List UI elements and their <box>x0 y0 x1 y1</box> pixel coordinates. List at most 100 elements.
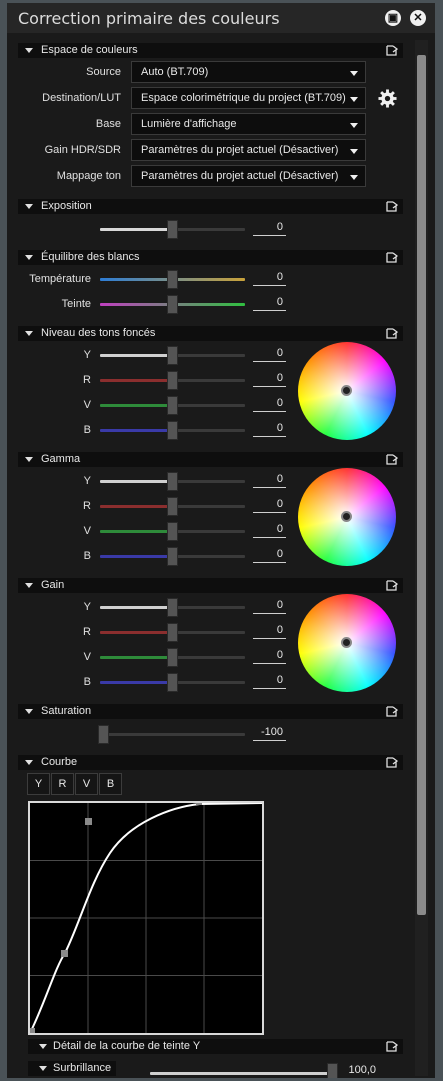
tab-curve-r[interactable]: R <box>51 773 74 795</box>
highlight-slider-handle[interactable] <box>327 1063 338 1078</box>
saturation-slider-track[interactable] <box>100 733 245 736</box>
close-icon[interactable]: ✕ <box>410 10 426 26</box>
gain-y-value[interactable]: 0 <box>253 599 286 614</box>
section-shadows-header[interactable]: Niveau des tons foncés <box>18 326 403 341</box>
gamma-r-value[interactable]: 0 <box>253 498 286 513</box>
reset-icon[interactable] <box>386 1041 398 1052</box>
tab-curve-v[interactable]: V <box>75 773 98 795</box>
source-dropdown[interactable]: Auto (BT.709) <box>131 61 366 83</box>
shadows-r-slider-handle[interactable] <box>167 371 178 390</box>
section-whitebalance-header[interactable]: Équilibre des blancs <box>18 250 403 265</box>
gain-color-wheel[interactable] <box>298 594 396 692</box>
gamma-y-value[interactable]: 0 <box>253 473 286 488</box>
reset-icon[interactable] <box>386 454 398 465</box>
curve-control-point[interactable] <box>61 950 68 957</box>
section-highlight-header[interactable]: Surbrillance <box>28 1061 116 1076</box>
tone-curve-editor[interactable] <box>28 801 264 1035</box>
gamma-v-value[interactable]: 0 <box>253 523 286 538</box>
base-value: Lumière d'affichage <box>141 118 237 130</box>
tint-slider-handle[interactable] <box>167 295 178 314</box>
gain-b-slider-handle[interactable] <box>167 673 178 692</box>
tone-mapping-dropdown[interactable]: Paramètres du projet actuel (Désactiver) <box>131 165 366 187</box>
shadows-v-slider-handle[interactable] <box>167 396 178 415</box>
hdr-gain-value: Paramètres du projet actuel (Désactiver) <box>141 144 339 156</box>
shadows-color-wheel[interactable] <box>298 342 396 440</box>
shadows-b-slider-handle[interactable] <box>167 421 178 440</box>
curve-control-point[interactable] <box>30 1028 35 1033</box>
saturation-value[interactable]: -100 <box>253 726 286 741</box>
reset-icon[interactable] <box>386 706 398 717</box>
gamma-color-wheel[interactable] <box>298 468 396 566</box>
shadows-r-value[interactable]: 0 <box>253 372 286 387</box>
highlight-value[interactable]: 100,0 <box>346 1064 379 1078</box>
section-label: Détail de la courbe de teinte Y <box>53 1040 201 1052</box>
gamma-r-slider-handle[interactable] <box>167 497 178 516</box>
gain-r-value[interactable]: 0 <box>253 624 286 639</box>
gain-wheel-handle[interactable] <box>341 637 352 648</box>
tab-curve-b[interactable]: B <box>99 773 122 795</box>
shadows-r-label: R <box>83 374 91 386</box>
gamma-b-value[interactable]: 0 <box>253 548 286 563</box>
collapse-arrow-icon[interactable] <box>25 583 33 588</box>
exposure-slider-handle[interactable] <box>167 220 178 239</box>
section-saturation-header[interactable]: Saturation <box>18 704 403 719</box>
reset-icon[interactable] <box>386 201 398 212</box>
gain-r-slider-handle[interactable] <box>167 623 178 642</box>
reset-icon[interactable] <box>386 252 398 263</box>
shadows-y-value[interactable]: 0 <box>253 347 286 362</box>
collapse-arrow-icon[interactable] <box>25 48 33 53</box>
gain-v-slider-handle[interactable] <box>167 648 178 667</box>
reset-icon[interactable] <box>386 580 398 591</box>
collapse-arrow-icon[interactable] <box>25 760 33 765</box>
base-dropdown[interactable]: Lumière d'affichage <box>131 113 366 135</box>
hdr-gain-dropdown[interactable]: Paramètres du projet actuel (Désactiver) <box>131 139 366 161</box>
tab-curve-y[interactable]: Y <box>27 773 50 795</box>
tone-mapping-value: Paramètres du projet actuel (Désactiver) <box>141 170 339 182</box>
vertical-scrollbar[interactable] <box>415 40 428 1076</box>
curve-control-point[interactable] <box>85 818 92 825</box>
shadows-b-value[interactable]: 0 <box>253 422 286 437</box>
scrollbar-thumb[interactable] <box>417 55 426 915</box>
collapse-arrow-icon[interactable] <box>25 255 33 260</box>
gamma-b-label: B <box>83 550 91 562</box>
gamma-b-slider-handle[interactable] <box>167 547 178 566</box>
shadows-v-value[interactable]: 0 <box>253 397 286 412</box>
section-gain-header[interactable]: Gain <box>18 578 403 593</box>
curve-control-point[interactable] <box>196 803 202 805</box>
collapse-arrow-icon[interactable] <box>39 1044 47 1049</box>
collapse-arrow-icon[interactable] <box>25 204 33 209</box>
reset-icon[interactable] <box>386 45 398 56</box>
temperature-slider-handle[interactable] <box>167 270 178 289</box>
shadows-wheel-handle[interactable] <box>341 385 352 396</box>
collapse-arrow-icon[interactable] <box>39 1066 47 1071</box>
gear-icon[interactable] <box>378 89 397 108</box>
section-colorspace-header[interactable]: Espace de couleurs <box>18 43 403 58</box>
reset-icon[interactable] <box>386 328 398 339</box>
collapse-arrow-icon[interactable] <box>25 709 33 714</box>
destination-dropdown[interactable]: Espace colorimétrique du project (BT.709… <box>131 87 366 109</box>
chevron-down-icon <box>350 149 358 154</box>
section-label: Équilibre des blancs <box>41 251 140 263</box>
section-curve-header[interactable]: Courbe <box>18 755 403 770</box>
exposure-value[interactable]: 0 <box>253 221 286 236</box>
section-hue-curve-header[interactable]: Détail de la courbe de teinte Y <box>28 1039 403 1054</box>
temperature-value[interactable]: 0 <box>253 271 286 286</box>
gamma-y-slider-handle[interactable] <box>167 472 178 491</box>
collapse-arrow-icon[interactable] <box>25 331 33 336</box>
highlight-slider-track[interactable] <box>150 1072 335 1075</box>
gain-v-value[interactable]: 0 <box>253 649 286 664</box>
reset-icon[interactable] <box>386 757 398 768</box>
collapse-arrow-icon[interactable] <box>25 457 33 462</box>
gain-b-value[interactable]: 0 <box>253 674 286 689</box>
shadows-y-slider-handle[interactable] <box>167 346 178 365</box>
gamma-v-slider-handle[interactable] <box>167 522 178 541</box>
curve-graph[interactable] <box>30 803 262 1033</box>
restore-icon[interactable]: ▣ <box>385 10 401 26</box>
section-gamma-header[interactable]: Gamma <box>18 452 403 467</box>
tint-value[interactable]: 0 <box>253 296 286 311</box>
gain-y-slider-handle[interactable] <box>167 598 178 617</box>
section-exposure-header[interactable]: Exposition <box>18 199 403 214</box>
gamma-wheel-handle[interactable] <box>341 511 352 522</box>
section-label: Espace de couleurs <box>41 44 138 56</box>
saturation-slider-handle[interactable] <box>98 725 109 744</box>
